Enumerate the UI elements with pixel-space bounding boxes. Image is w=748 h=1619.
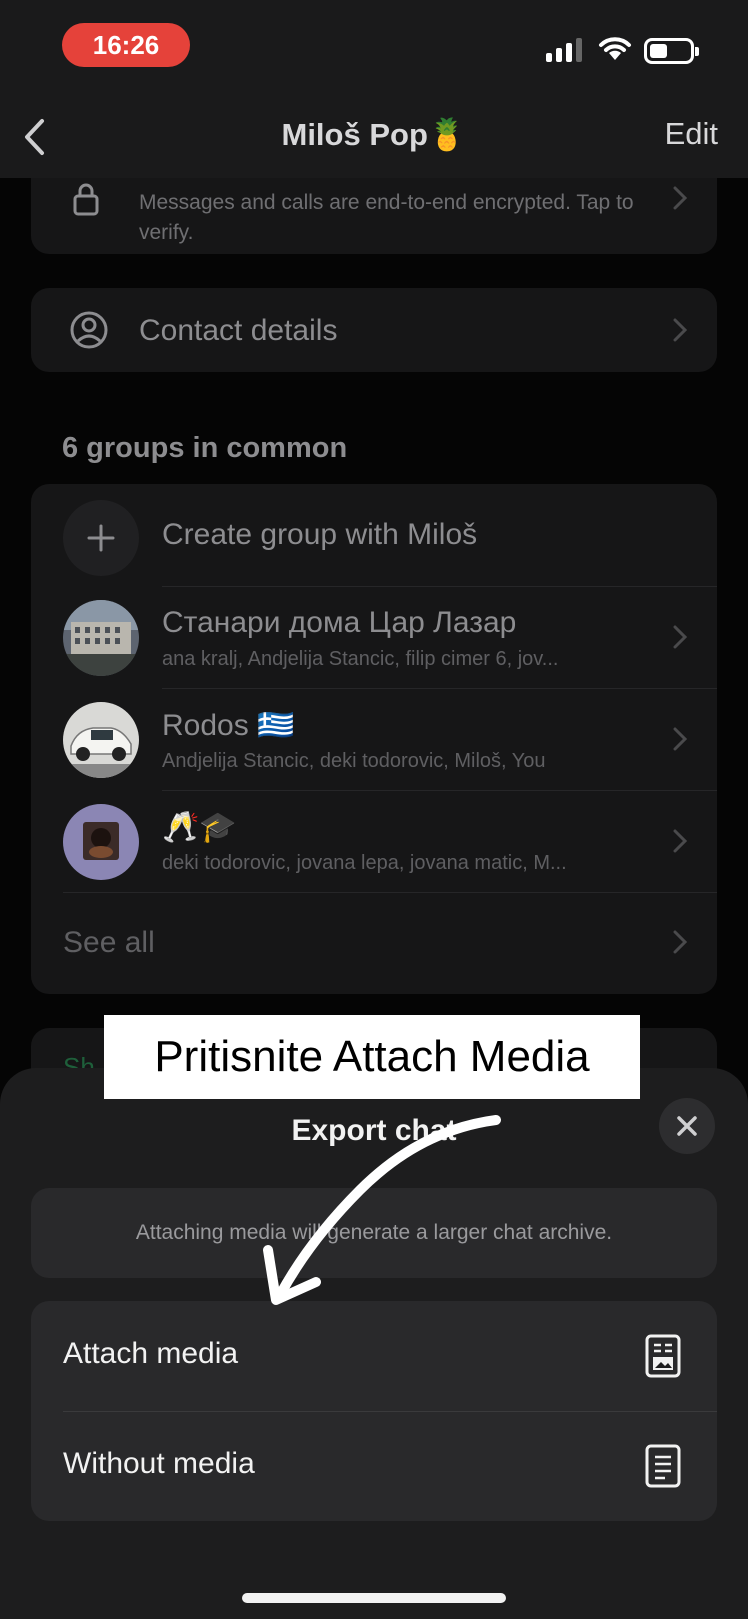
group-row[interactable]: Rodos 🇬🇷 Andjelija Stancic, deki todorov… [31,688,717,790]
create-group-label: Create group with Miloš [162,518,478,551]
divider [162,790,717,791]
document-icon [645,1444,681,1488]
chevron-right-icon [673,930,687,954]
option-label: Attach media [63,1337,239,1370]
create-group-row[interactable]: Create group with Miloš [31,484,717,586]
lock-icon [73,183,99,216]
contact-name-title-overlay: Miloš Pop🍍 [281,117,467,152]
battery-icon [644,38,699,64]
cellular-signal-icon [546,38,582,62]
status-bar: 16:26 [0,0,748,100]
group-avatar [63,702,139,778]
plus-icon [63,500,139,576]
status-time: 16:26 [62,23,190,67]
encryption-description: Messages and calls are end-to-end encryp… [139,191,634,244]
group-members: deki todorovic, jovana lepa, jovana mati… [162,852,567,874]
group-avatar [63,804,139,880]
see-all-link[interactable]: See all [63,926,155,960]
edit-button-overlay[interactable]: Edit [665,116,718,152]
document-with-media-icon [645,1334,681,1378]
group-avatar [63,600,139,676]
group-row[interactable]: 🥂🎓 deki todorovic, jovana lepa, jovana m… [31,790,717,892]
close-button[interactable] [659,1098,715,1154]
group-members: ana kralj, Andjelija Stancic, filip cime… [162,648,559,670]
wifi-icon [599,37,631,60]
chevron-right-icon [673,829,687,853]
nav-bar-overlay: Miloš Pop🍍 Edit [0,100,748,178]
person-circle-icon [70,311,108,349]
divider [162,688,717,689]
home-indicator[interactable] [242,1593,506,1603]
hand-drawn-arrow-icon [263,1115,501,1305]
chevron-right-icon [673,186,687,210]
group-row[interactable]: Станари дома Цар Лазар ana kralj, Andjel… [31,586,717,688]
divider [63,892,717,893]
export-options: Attach media Without media [31,1301,717,1521]
option-label: Without media [63,1447,255,1480]
tutorial-caption: Pritisnite Attach Media [104,1015,640,1099]
group-members: Andjelija Stancic, deki todorovic, Miloš… [162,750,546,772]
chevron-right-icon [673,625,687,649]
contact-details-row[interactable]: Contact details [31,288,717,372]
group-name: Станари дома Цар Лазар [162,606,517,639]
without-media-option[interactable]: Without media [31,1411,717,1521]
close-icon [677,1116,697,1136]
chevron-right-icon [673,318,687,342]
chevron-right-icon [673,727,687,751]
group-name: 🥂🎓 [162,811,237,844]
group-name: Rodos 🇬🇷 [162,709,295,742]
divider [162,586,717,587]
contact-details-label: Contact details [139,314,338,347]
groups-list: Create group with Miloš Станари дома Цар… [31,484,717,994]
groups-in-common-header: 6 groups in common [62,432,348,464]
